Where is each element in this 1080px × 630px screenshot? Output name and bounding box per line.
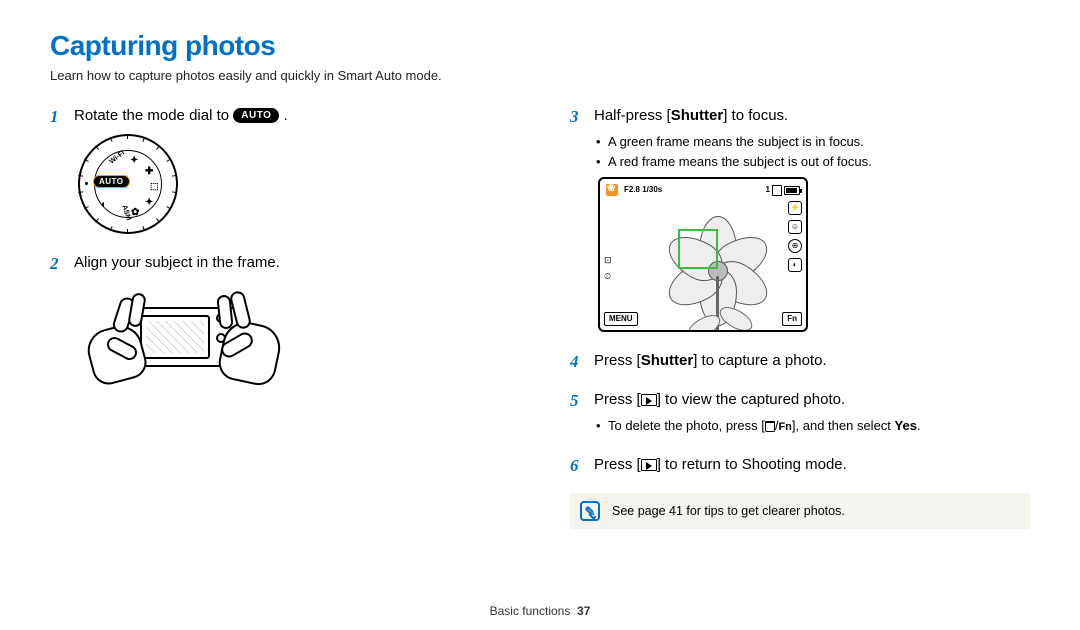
lcd-side-icons: ⚡ ☺ ⊕ ◐ bbox=[788, 201, 802, 272]
note-icon: ✎ bbox=[580, 501, 600, 521]
focus-frame-green bbox=[678, 229, 718, 269]
flash-icon: ⚡ bbox=[788, 201, 802, 215]
step-number: 1 bbox=[50, 105, 59, 129]
step-number: 6 bbox=[570, 454, 579, 478]
battery-icon bbox=[784, 186, 800, 195]
face-icon: ☺ bbox=[788, 220, 802, 234]
shutter-label: Shutter bbox=[641, 352, 694, 369]
trash-icon bbox=[765, 421, 775, 432]
dial-auto-label: AUTO bbox=[93, 175, 130, 188]
dial-selector-dot bbox=[85, 182, 88, 185]
step-2: 2 Align your subject in the frame. bbox=[50, 252, 510, 387]
footer-section: Basic functions bbox=[490, 604, 571, 618]
dial-mode-icon: ✿ bbox=[131, 206, 139, 220]
menu-button-label: MENU bbox=[604, 312, 638, 325]
fn-button-label: Fn bbox=[782, 312, 802, 325]
step-4: 4 Press [Shutter] to capture a photo. bbox=[570, 350, 1030, 371]
fn-label: Fn bbox=[778, 419, 791, 436]
step-number: 3 bbox=[570, 105, 579, 129]
step-1: 1 Rotate the mode dial to AUTO . bbox=[50, 105, 510, 234]
auto-mode-badge: AUTO bbox=[233, 108, 279, 123]
tip-callout: ✎ See page 41 for tips to get clearer ph… bbox=[570, 493, 1030, 529]
page-subtitle: Learn how to capture photos easily and q… bbox=[50, 68, 1030, 83]
step-number: 2 bbox=[50, 252, 59, 276]
step-3: 3 Half-press [Shutter] to focus. A green… bbox=[570, 105, 1030, 332]
step-text: Half-press [ bbox=[594, 107, 671, 124]
step-text-end: . bbox=[284, 107, 288, 124]
mode-dial-illustration: AUTO Wi-Fi ASM ✦ ✚ ⬚ ✦ ✿ ◐ bbox=[78, 134, 510, 234]
step-text: Align your subject in the frame. bbox=[74, 254, 280, 271]
tip-text: See page 41 for tips to get clearer phot… bbox=[612, 504, 845, 518]
dial-mode-icon: ✦ bbox=[145, 196, 153, 210]
dial-mode-icon: ✦ bbox=[130, 154, 138, 168]
manual-page: Capturing photos Learn how to capture ph… bbox=[0, 0, 1080, 630]
playback-icon bbox=[641, 459, 657, 471]
step-5: 5 Press [] to view the captured photo. T… bbox=[570, 389, 1030, 436]
step-number: 4 bbox=[570, 350, 579, 374]
playback-icon bbox=[641, 394, 657, 406]
shutter-label: Shutter bbox=[671, 107, 724, 124]
dial-mode-icon: ✚ bbox=[145, 165, 153, 179]
memory-card-icon bbox=[772, 185, 782, 196]
dial-mode-icon: ◐ bbox=[101, 198, 107, 212]
bullet-green-frame: A green frame means the subject is in fo… bbox=[594, 132, 1030, 152]
camera-lcd-illustration: F2.8 1/30s 1 bbox=[598, 177, 808, 332]
step-text: Rotate the mode dial to bbox=[74, 107, 233, 124]
step-6: 6 Press [] to return to Shooting mode. bbox=[570, 454, 1030, 475]
two-column-layout: 1 Rotate the mode dial to AUTO . bbox=[50, 105, 1030, 529]
setting-icon: ◐ bbox=[788, 258, 802, 272]
exposure-readout: F2.8 1/30s bbox=[624, 184, 662, 195]
hold-camera-illustration bbox=[84, 277, 284, 387]
stabilizer-icon: ⊡ bbox=[604, 255, 618, 267]
page-title: Capturing photos bbox=[50, 30, 1030, 62]
shot-count: 1 bbox=[766, 184, 770, 195]
step-number: 5 bbox=[570, 389, 579, 413]
zoom-icon: ⊕ bbox=[788, 239, 802, 253]
timer-icon: ⏲ bbox=[604, 271, 618, 283]
lcd-left-icons: ⊡ ⏲ bbox=[604, 255, 618, 283]
bullet-delete: To delete the photo, press [/Fn], and th… bbox=[594, 416, 1030, 436]
bullet-red-frame: A red frame means the subject is out of … bbox=[594, 152, 1030, 172]
footer-page-number: 37 bbox=[577, 604, 590, 618]
left-column: 1 Rotate the mode dial to AUTO . bbox=[50, 105, 510, 529]
dial-mode-icon: ⬚ bbox=[150, 180, 159, 193]
page-footer: Basic functions 37 bbox=[0, 604, 1080, 618]
right-column: 3 Half-press [Shutter] to focus. A green… bbox=[570, 105, 1030, 529]
macro-icon bbox=[606, 184, 618, 196]
